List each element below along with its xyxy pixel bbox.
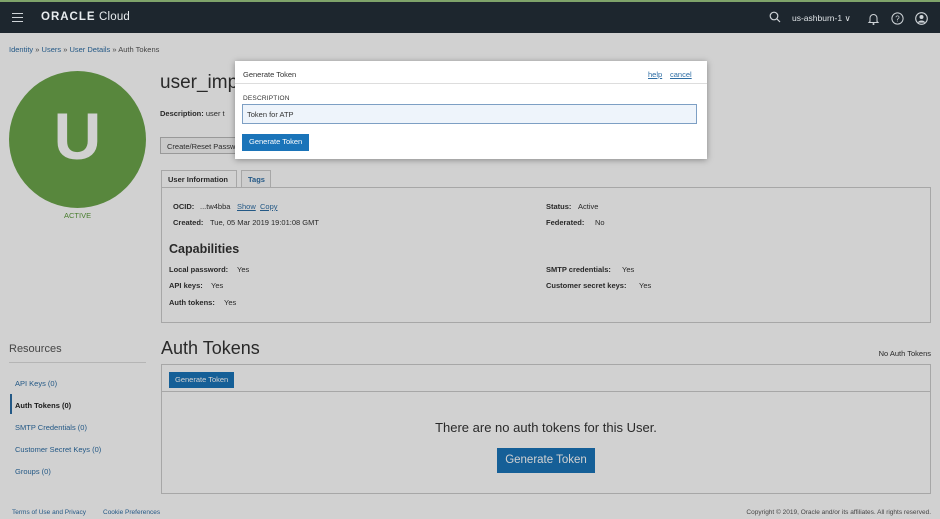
top-navigation-bar: ORACLE Cloud us-ashburn-1 ∨ ? [0, 0, 940, 33]
search-icon[interactable] [769, 11, 781, 23]
svg-text:?: ? [895, 14, 900, 23]
description-input[interactable] [242, 104, 697, 124]
hamburger-menu-icon[interactable] [12, 13, 23, 22]
notifications-bell-icon[interactable] [867, 12, 880, 25]
dialog-cancel-link[interactable]: cancel [670, 70, 692, 79]
generate-token-submit-button[interactable]: Generate Token [242, 134, 310, 151]
dialog-header: Generate Token help cancel [235, 61, 707, 84]
description-field-label: DESCRIPTION [243, 95, 290, 102]
oracle-cloud-logo[interactable]: ORACLE Cloud [41, 11, 130, 23]
generate-token-dialog: Generate Token help cancel DESCRIPTION G… [235, 61, 707, 159]
user-profile-icon[interactable] [915, 12, 928, 25]
dialog-help-link[interactable]: help [648, 70, 662, 79]
region-selector[interactable]: us-ashburn-1 ∨ [792, 13, 851, 24]
dialog-title: Generate Token [243, 70, 297, 79]
help-icon[interactable]: ? [891, 12, 904, 25]
